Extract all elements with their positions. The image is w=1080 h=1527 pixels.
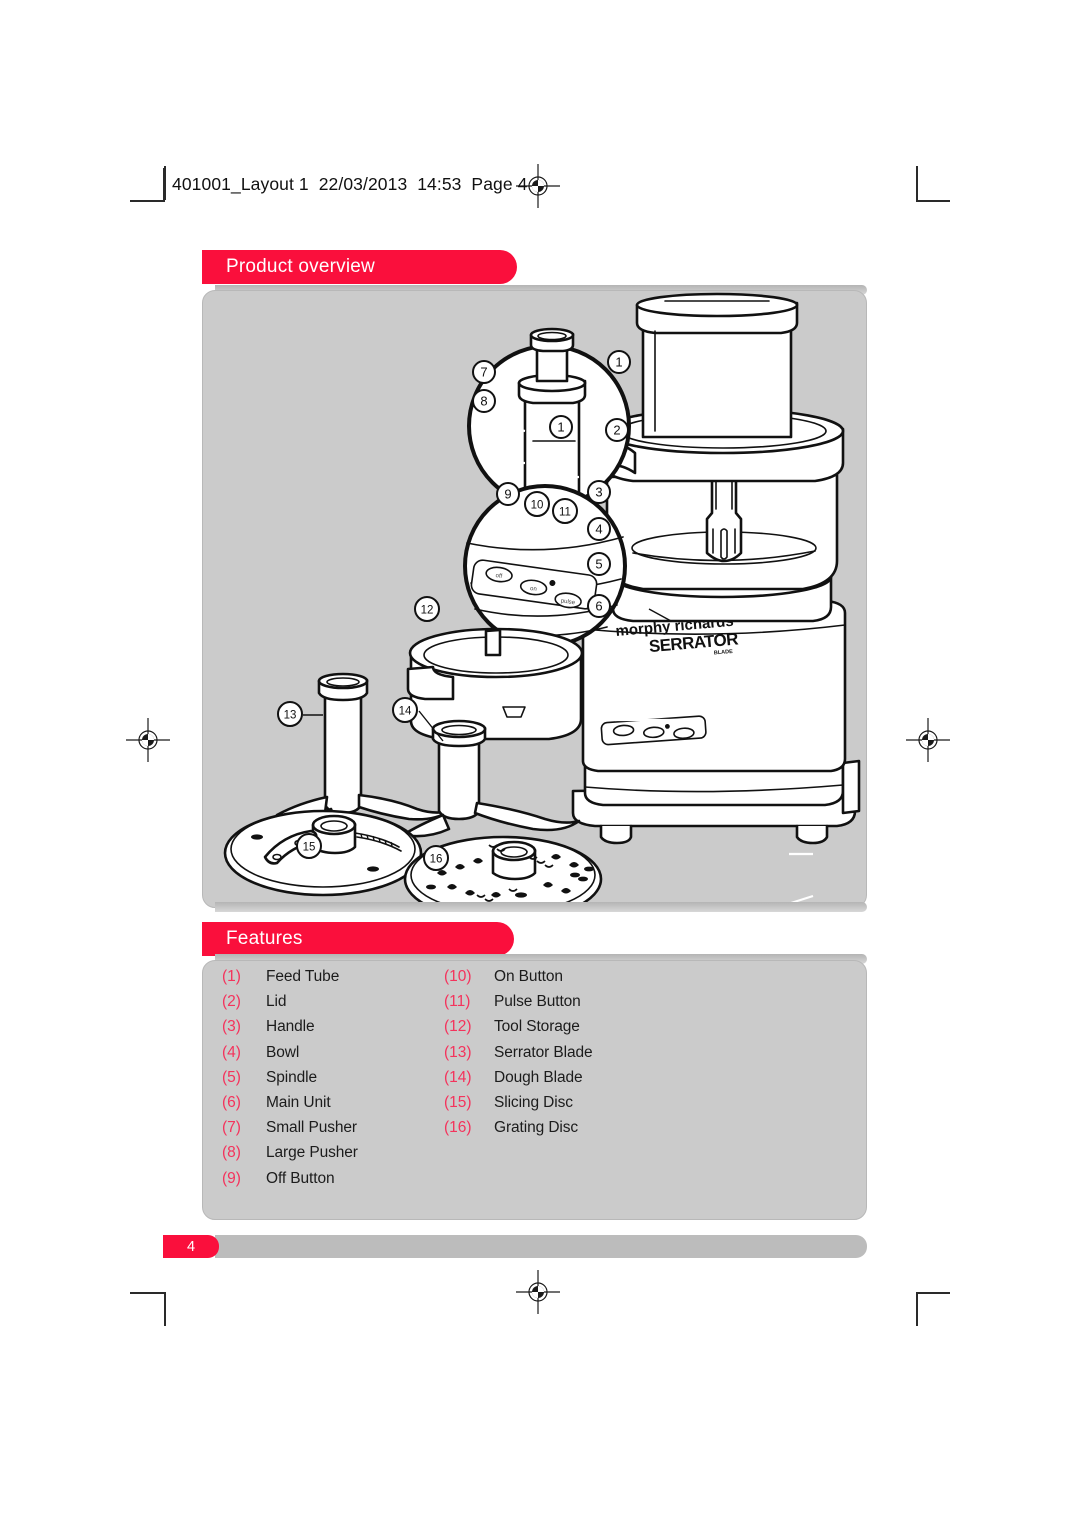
- feature-number: (11): [444, 993, 471, 1011]
- feature-number: (8): [222, 1144, 241, 1162]
- svg-text:off: off: [495, 573, 503, 580]
- feature-label: Feed Tube: [266, 968, 340, 985]
- svg-text:on: on: [530, 586, 537, 593]
- feature-number: (13): [444, 1043, 472, 1061]
- feature-row: (2) Lid: [222, 993, 444, 1018]
- feature-row: (11) Pulse Button: [444, 993, 684, 1018]
- feature-number: (14): [444, 1068, 472, 1086]
- registration-mark-right: [906, 718, 950, 762]
- feature-label: Bowl: [266, 1043, 300, 1061]
- feature-label: Small Pusher: [266, 1119, 357, 1137]
- feature-label: Pulse Button: [494, 993, 581, 1011]
- feature-number: (10): [444, 968, 472, 985]
- feature-label: Large Pusher: [266, 1144, 358, 1162]
- feature-label: Serrator Blade: [494, 1043, 593, 1061]
- slug-rule: [163, 168, 165, 202]
- features-banner-shadow-top: [215, 902, 867, 912]
- product-overview-banner: Product overview: [202, 250, 517, 284]
- feature-number: (12): [444, 1018, 472, 1036]
- feature-number: (4): [222, 1043, 241, 1061]
- feature-label: Lid: [266, 993, 287, 1011]
- feature-label: Tool Storage: [494, 1018, 580, 1036]
- feature-row: (14) Dough Blade: [444, 1069, 684, 1094]
- feature-row: (15) Slicing Disc: [444, 1094, 684, 1119]
- feature-row: (7) Small Pusher: [222, 1119, 444, 1144]
- feature-row: (9) Off Button: [222, 1170, 444, 1195]
- features-title: Features: [226, 928, 303, 949]
- feature-number: (7): [222, 1119, 241, 1137]
- crop-mark-top-right: [906, 166, 952, 212]
- feature-row: (4) Bowl: [222, 1044, 444, 1069]
- crop-mark-bottom-right: [906, 1280, 952, 1326]
- crop-mark-top-left: [130, 166, 176, 212]
- product-overview-title: Product overview: [226, 256, 375, 277]
- feature-number: (16): [444, 1119, 472, 1137]
- features-banner: Features: [202, 922, 514, 956]
- feature-number: (15): [444, 1093, 472, 1111]
- feature-number: (9): [222, 1169, 241, 1187]
- product-illustration-panel: .ln { fill:none; stroke:#111; stroke-wid…: [202, 290, 867, 909]
- feature-label: Dough Blade: [494, 1068, 583, 1086]
- feature-number: (3): [222, 1018, 241, 1036]
- feature-label: Handle: [266, 1018, 315, 1036]
- feature-label: On Button: [494, 968, 563, 985]
- registration-mark-bottom: [516, 1270, 560, 1314]
- feature-row: (13) Serrator Blade: [444, 1044, 684, 1069]
- feature-number: (5): [222, 1068, 241, 1086]
- feature-row: (6) Main Unit: [222, 1094, 444, 1119]
- feature-row: (1) Feed Tube: [222, 968, 444, 993]
- feature-label: Slicing Disc: [494, 1093, 573, 1111]
- registration-mark-left: [126, 718, 170, 762]
- feature-row: (16) Grating Disc: [444, 1119, 684, 1144]
- page-number: 4: [186, 1238, 196, 1255]
- features-column-left: (1) Feed Tube (2) Lid (3) Handle (4) Bowl (5) Spi…: [222, 968, 444, 1195]
- page-number-tab: 4: [163, 1235, 219, 1258]
- feature-label: Grating Disc: [494, 1119, 579, 1137]
- feature-number: (1): [222, 968, 241, 985]
- feature-row: (12) Tool Storage: [444, 1018, 684, 1043]
- feature-label: Off Button: [266, 1169, 335, 1187]
- food-processor-illustration: .ln { fill:none; stroke:#111; stroke-wid…: [223, 292, 861, 909]
- feature-label: Spindle: [266, 1068, 318, 1086]
- features-column-right: (10) On Button (11) Pulse Button (12) Tool St…: [444, 968, 684, 1195]
- feature-row: (3) Handle: [222, 1018, 444, 1043]
- crop-mark-bottom-left: [130, 1280, 176, 1326]
- feature-row: (10) On Button: [444, 968, 684, 993]
- footer-bar: [215, 1235, 867, 1258]
- document-slug: 401001_Layout 1 22/03/2013 14:53 Page 4: [172, 174, 528, 194]
- feature-label: Main Unit: [266, 1093, 331, 1111]
- feature-row: (5) Spindle: [222, 1069, 444, 1094]
- feature-number: (6): [222, 1093, 241, 1111]
- feature-number: (2): [222, 993, 241, 1011]
- feature-row: (8) Large Pusher: [222, 1144, 444, 1169]
- features-list: (1) Feed Tube (2) Lid (3) Handle (4) Bowl (5) Spi…: [222, 968, 852, 1195]
